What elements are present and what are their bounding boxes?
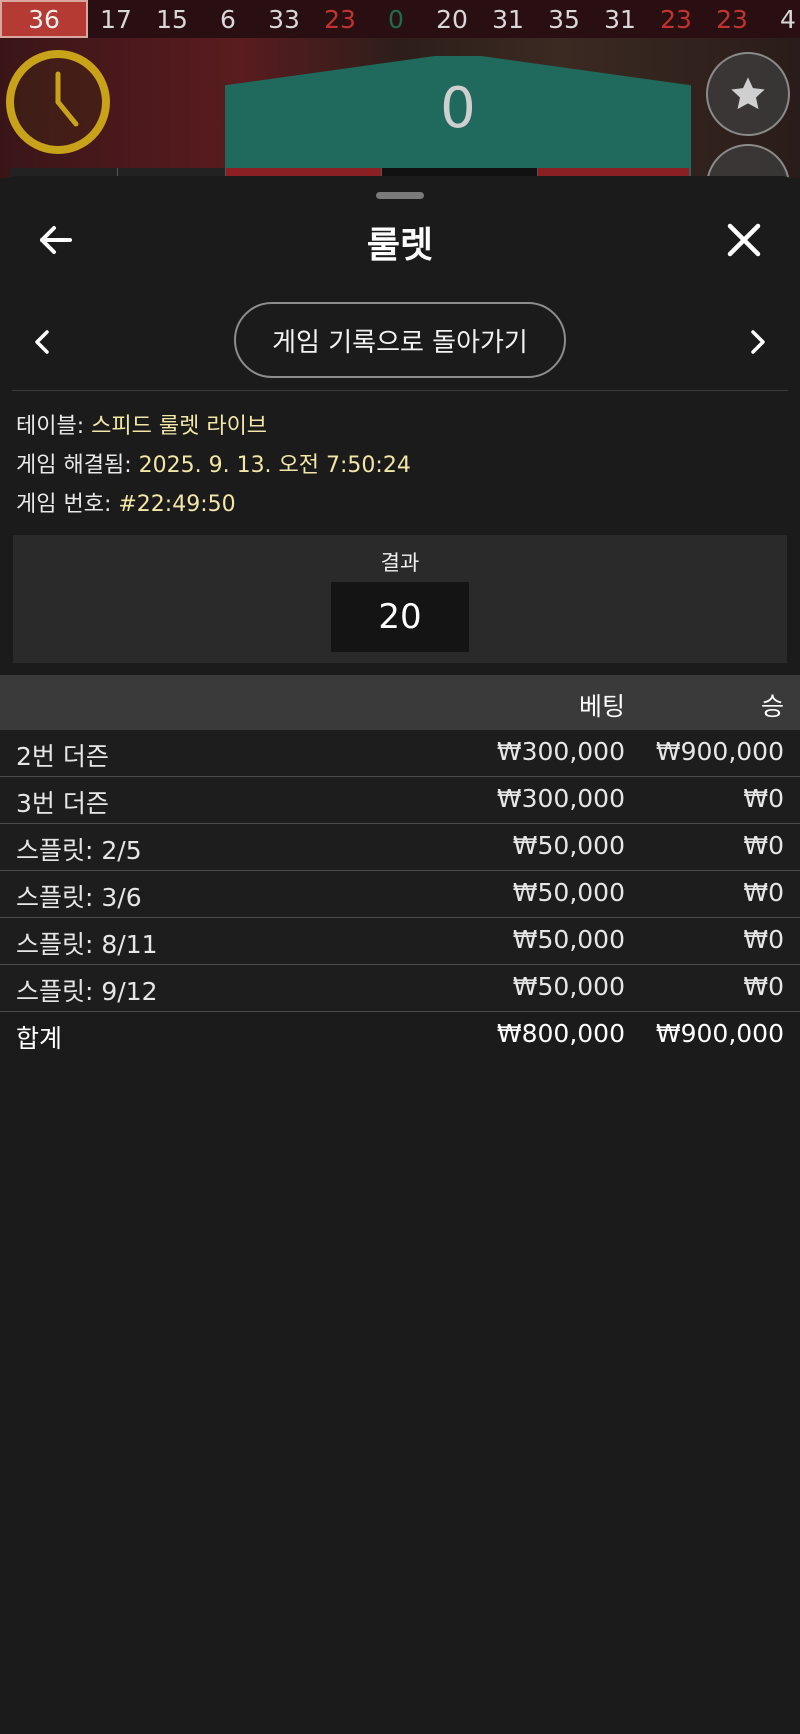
result-label: 결과 [380,551,420,575]
bet-name: 스플릿: 3/6 [16,883,142,912]
history-number: 31 [604,4,636,34]
favorite-button[interactable] [706,52,790,136]
history-number: 31 [492,4,524,34]
result-panel: 결과 20 [13,535,787,663]
win-amount: ₩0 [743,784,784,813]
table-header: 베팅 승 [0,675,800,730]
history-number: 17 [100,4,132,34]
history-number: 23 [660,4,692,34]
history-number: 35 [548,4,580,34]
chevron-right-icon [751,330,765,354]
column-header-bet: 베팅 [578,692,625,721]
result-value: 20 [331,582,469,652]
resolved-info-value: 2025. 9. 13. 오전 7:50:24 [138,453,411,478]
history-number: 4 [780,4,796,34]
total-label: 합계 [16,1024,63,1053]
bet-name: 스플릿: 2/5 [16,836,142,865]
bets-table: 베팅 승 2번 더즌 ₩300,000 ₩900,000 3번 더즌 ₩300,… [0,675,800,1058]
win-amount: ₩0 [743,925,784,954]
return-to-history-button[interactable]: 게임 기록으로 돌아가기 [234,302,566,378]
game-number-info: 게임 번호: #22:49:50 [16,486,236,518]
game-number-label: 게임 번호: [16,492,112,517]
game-number-value: #22:49:50 [118,492,236,517]
star-icon [731,77,765,110]
table-row: 2번 더즌 ₩300,000 ₩900,000 [0,730,800,777]
bet-amount: ₩50,000 [512,925,625,954]
history-number: 15 [156,4,188,34]
bet-name: 2번 더즌 [16,742,109,771]
bet-name: 스플릿: 8/11 [16,930,158,959]
history-number: 0 [388,4,404,34]
bet-name: 스플릿: 9/12 [16,977,158,1006]
bet-amount: ₩50,000 [512,878,625,907]
bet-amount: ₩50,000 [512,972,625,1001]
result-history-strip: 36 17 15 6 33 23 0 20 31 35 31 23 23 4 [0,0,800,39]
table-row: 스플릿: 3/6 ₩50,000 ₩0 [0,871,800,918]
previous-game-button[interactable] [30,324,54,360]
bet-amount: ₩50,000 [512,831,625,860]
win-amount: ₩0 [743,831,784,860]
resolved-info-label: 게임 해결됨: [16,453,132,478]
column-header-win: 승 [760,692,784,721]
history-number: 23 [716,4,748,34]
win-amount: ₩0 [743,878,784,907]
menu-button[interactable] [706,144,790,178]
table-info-label: 테이블: [16,414,85,439]
total-win-amount: ₩900,000 [655,1019,784,1048]
page-title: 룰렛 [366,225,434,266]
history-number: 23 [324,4,356,34]
next-game-button[interactable] [746,324,770,360]
bet-name: 3번 더즌 [16,789,109,818]
table-row: 3번 더즌 ₩300,000 ₩0 [0,777,800,824]
resolved-info: 게임 해결됨: 2025. 9. 13. 오전 7:50:24 [16,447,411,479]
chevron-left-icon [35,330,49,354]
history-number: 33 [268,4,300,34]
history-number: 6 [220,4,236,34]
close-icon [727,223,761,257]
close-button[interactable] [724,220,764,260]
table-row: 스플릿: 2/5 ₩50,000 ₩0 [0,824,800,871]
game-backdrop: 0 [0,38,800,178]
history-number: 36 [0,0,88,38]
clock-icon [6,50,110,154]
win-amount: ₩0 [743,972,784,1001]
win-amount: ₩900,000 [655,737,784,766]
total-row: 합계 ₩800,000 ₩900,000 [0,1012,800,1058]
table-row: 스플릿: 9/12 ₩50,000 ₩0 [0,965,800,1012]
total-bet-amount: ₩800,000 [496,1019,625,1048]
bet-amount: ₩300,000 [496,737,625,766]
drag-handle[interactable] [376,192,424,199]
table-row: 스플릿: 8/11 ₩50,000 ₩0 [0,918,800,965]
divider [12,390,788,391]
table-info: 테이블: 스피드 룰렛 라이브 [16,408,267,440]
history-number: 20 [436,4,468,34]
bet-amount: ₩300,000 [496,784,625,813]
wheel-result-number: 0 [440,76,476,141]
table-info-value: 스피드 룰렛 라이브 [91,414,268,439]
